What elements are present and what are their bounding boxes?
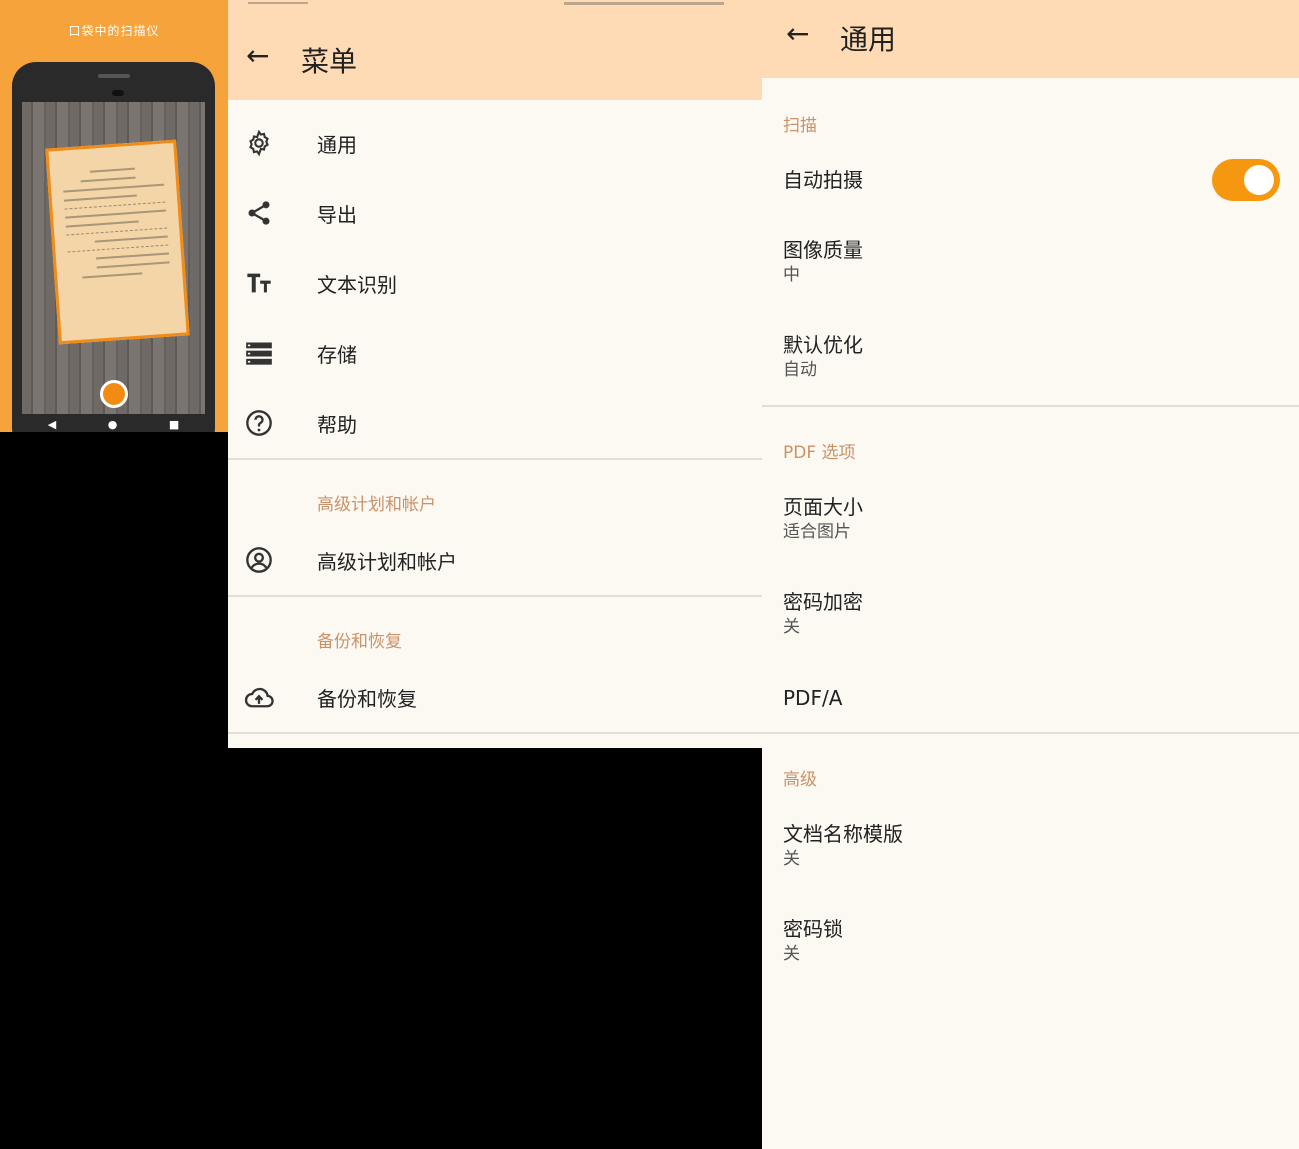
back-arrow-icon[interactable]: ← [786,20,809,48]
promo-caption: 口袋中的扫描仪 [68,24,160,38]
phone-speaker [98,74,130,78]
section-header-scan: 扫描 [783,116,817,136]
pref-title: 默认优化 [783,333,863,357]
cloud-upload-icon [244,682,274,712]
menu-item-label: 存储 [317,342,357,367]
menu-item-label: 导出 [317,202,357,227]
text-size-icon [244,268,274,298]
pref-value: 中 [783,265,800,285]
settings-screen: ← 通用 扫描 自动拍摄 图像质量 中 默认优化 自动 PDF 选项 页面大小 … [762,0,1299,1149]
divider [228,732,762,734]
phone-camera [112,90,124,96]
nav-home-icon: ● [107,417,118,431]
divider [762,732,1299,734]
pref-value: 适合图片 [783,522,851,542]
pref-value: 关 [783,944,800,964]
pref-default-optimization[interactable]: 默认优化 自动 [783,332,863,382]
nav-back-icon: ◀ [47,417,57,431]
settings-app-bar: ← 通用 [762,0,1299,78]
menu-screen: ← 菜单 通用 导出 文本识别 存储 帮助 高级计划和帐户 高级计划和帐户 备份… [228,0,762,748]
pref-value: 自动 [783,360,817,380]
back-arrow-icon[interactable]: ← [246,42,269,70]
phone-nav-bar: ◀ ● ■ [22,414,205,432]
pref-doc-name-template[interactable]: 文档名称模版 关 [783,821,903,871]
pref-value: 关 [783,849,800,869]
divider [228,595,762,597]
storage-icon [244,338,274,368]
pref-value: 关 [783,617,800,637]
pref-title: 图像质量 [783,238,863,262]
menu-item-export[interactable]: 导出 [228,178,762,248]
phone-screen [22,102,205,414]
pref-auto-capture[interactable]: 自动拍摄 [783,167,863,193]
section-header-pdf: PDF 选项 [783,443,856,463]
menu-item-label: 备份和恢复 [317,686,417,711]
pref-pdfa[interactable]: PDF/A [783,685,842,711]
section-header-premium: 高级计划和帐户 [317,495,436,515]
divider [762,405,1299,407]
menu-app-bar: ← 菜单 [228,0,762,100]
pref-title: 自动拍摄 [783,168,863,192]
nav-recents-icon: ■ [168,417,180,431]
divider [228,458,762,460]
pref-title: 密码加密 [783,590,863,614]
menu-item-label: 高级计划和帐户 [317,549,457,574]
shutter-button [100,380,128,408]
toggle-knob [1244,165,1274,195]
menu-item-backup[interactable]: 备份和恢复 [228,662,762,732]
pref-title: PDF/A [783,686,843,710]
status-bar [228,0,762,8]
menu-item-label: 通用 [317,132,357,157]
menu-item-premium[interactable]: 高级计划和帐户 [228,525,762,595]
promo-panel: 口袋中的扫描仪 ◀ ● ■ [0,0,228,432]
pref-title: 页面大小 [783,495,863,519]
section-header-backup: 备份和恢复 [317,632,402,652]
menu-item-storage[interactable]: 存储 [228,318,762,388]
pref-title: 密码锁 [783,917,843,941]
phone-mockup: ◀ ● ■ [12,62,215,432]
menu-item-general[interactable]: 通用 [228,108,762,178]
page-title: 菜单 [301,45,358,78]
receipt-image [45,139,190,345]
pref-title: 文档名称模版 [783,822,903,846]
pref-image-quality[interactable]: 图像质量 中 [783,237,863,287]
menu-item-help[interactable]: 帮助 [228,388,762,458]
account-icon [244,545,274,575]
gear-icon [244,128,274,158]
menu-item-ocr[interactable]: 文本识别 [228,248,762,318]
pref-page-size[interactable]: 页面大小 适合图片 [783,494,863,544]
page-title: 通用 [840,23,897,56]
pref-passcode-lock[interactable]: 密码锁 关 [783,916,843,966]
share-icon [244,198,274,228]
menu-item-label: 文本识别 [317,272,397,297]
auto-capture-toggle[interactable] [1212,159,1280,201]
section-header-advanced: 高级 [783,770,817,790]
menu-item-label: 帮助 [317,412,357,437]
pref-password-encryption[interactable]: 密码加密 关 [783,589,863,639]
help-icon [244,408,274,438]
